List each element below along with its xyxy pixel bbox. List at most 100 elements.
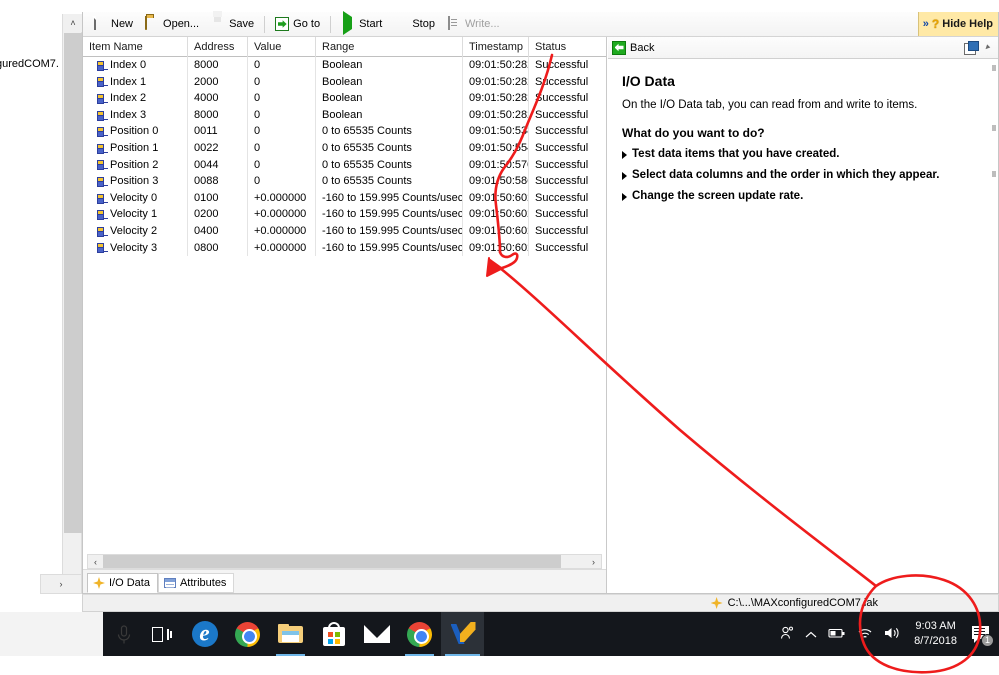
cell-address: 0100 xyxy=(188,189,248,207)
cell-timestamp: 09:01:50:602 xyxy=(463,222,529,240)
taskbar-search-area[interactable] xyxy=(0,612,103,656)
help-link-label: Change the screen update rate. xyxy=(632,189,804,202)
help-panel: Back ▾ I/O Data On the I/O Data tab, you… xyxy=(608,37,998,593)
table-row[interactable]: Position 0 0011 0 0 to 65535 Counts 09:01:50… xyxy=(83,123,606,140)
new-button[interactable]: New xyxy=(87,14,139,35)
left-clipped-panel: guredCOM7.ia xyxy=(0,14,58,594)
taskbar-chrome-2-button[interactable] xyxy=(398,612,441,656)
table-row[interactable]: Index 1 2000 0 Boolean 09:01:50:282 Successfu… xyxy=(83,73,606,91)
measurement-automation-explorer-window: New Open... Save Go to Start Stop Write.… xyxy=(82,11,999,594)
cell-name: Index 2 xyxy=(83,90,188,107)
taskbar-mail-button[interactable] xyxy=(355,612,398,656)
left-panel-scrollbar[interactable]: ˄ ˅ xyxy=(62,14,83,594)
hscroll-track[interactable] xyxy=(103,555,586,568)
chrome-icon xyxy=(407,621,432,647)
status-file-path-label: C:\...\MAXconfiguredCOM7.iak xyxy=(727,597,878,609)
open-button[interactable]: Open... xyxy=(139,14,205,35)
help-link-list: Test data items that you have created. Se… xyxy=(622,148,982,202)
taskbar-task-view-button[interactable] xyxy=(140,612,183,656)
hide-help-button[interactable]: » ? Hide Help xyxy=(917,12,998,36)
data-item-icon xyxy=(97,110,108,121)
goto-button-label: Go to xyxy=(293,18,321,30)
windows-taskbar: 9:03 AM 8/7/2018 1 xyxy=(0,612,999,675)
column-header-timestamp[interactable]: Timestamp xyxy=(463,36,529,57)
save-button[interactable]: Save xyxy=(205,14,260,35)
cell-value: +0.000000 xyxy=(248,189,316,207)
taskbar-chrome-button[interactable] xyxy=(226,612,269,656)
cell-status: Successful xyxy=(535,224,589,237)
help-link[interactable]: Test data items that you have created. xyxy=(622,148,982,160)
battery-icon[interactable] xyxy=(828,627,846,641)
help-scrollbar[interactable] xyxy=(990,59,998,593)
write-button[interactable]: Write... xyxy=(441,14,506,35)
table-row[interactable]: Velocity 2 0400 +0.000000 -160 to 159.995 C… xyxy=(83,222,606,240)
column-header-range[interactable]: Range xyxy=(316,36,463,57)
table-horizontal-scrollbar[interactable]: ‹ › xyxy=(87,554,602,569)
chevron-up-icon[interactable] xyxy=(805,628,817,641)
back-arrow-icon xyxy=(612,40,626,55)
hscroll-right-arrow[interactable]: › xyxy=(586,555,601,568)
taskbar-file-explorer-button[interactable] xyxy=(269,612,312,656)
people-icon[interactable] xyxy=(780,626,794,642)
column-header-item-name[interactable]: Item Name xyxy=(83,36,188,57)
table-header-row: Item Name Address Value Range Timestamp … xyxy=(83,36,607,57)
cell-range: Boolean xyxy=(316,106,463,124)
table-row[interactable]: Position 1 0022 0 0 to 65535 Counts 09:01:50… xyxy=(83,139,606,157)
cell-status: Successful xyxy=(535,208,589,221)
table-row[interactable]: Position 2 0044 0 0 to 65535 Counts 09:01:50… xyxy=(83,156,606,174)
left-scroll-thumb[interactable] xyxy=(64,33,82,533)
hscroll-thumb[interactable] xyxy=(103,555,561,568)
chrome-icon xyxy=(235,621,260,647)
table-row[interactable]: Velocity 0 0100 +0.000000 -160 to 159.995 C… xyxy=(83,189,606,207)
cell-timestamp: 09:01:50:602 xyxy=(463,239,529,257)
column-header-address[interactable]: Address xyxy=(188,36,248,57)
hide-help-label: Hide Help xyxy=(942,18,993,30)
table-row[interactable]: Velocity 1 0200 +0.000000 -160 to 159.995 C… xyxy=(83,206,606,223)
question-mark-icon: ? xyxy=(931,17,940,31)
table-row[interactable]: Velocity 3 0800 +0.000000 -160 to 159.995 C… xyxy=(83,239,606,257)
cell-value: 0 xyxy=(248,173,316,190)
goto-button[interactable]: Go to xyxy=(269,14,326,35)
start-button[interactable]: Start xyxy=(335,11,388,35)
tab-attributes[interactable]: Attributes xyxy=(157,573,235,593)
chevron-icon[interactable]: ▾ xyxy=(982,42,993,53)
cell-item-name-label: Position 0 xyxy=(110,125,159,138)
help-link-label: Select data columns and the order in whi… xyxy=(632,168,940,181)
wifi-icon[interactable] xyxy=(857,627,873,642)
stop-button[interactable]: Stop xyxy=(388,14,441,35)
cell-name: Velocity 3 xyxy=(83,239,188,257)
cell-name: Position 3 xyxy=(83,173,188,190)
cell-range: 0 to 65535 Counts xyxy=(316,156,463,174)
hscroll-left-arrow[interactable]: ‹ xyxy=(88,555,103,568)
column-header-status[interactable]: Status xyxy=(529,37,607,57)
tab-io-data[interactable]: I/O Data xyxy=(87,573,158,593)
left-panel-resize-corner[interactable]: › xyxy=(40,574,82,594)
cell-value: +0.000000 xyxy=(248,222,316,240)
cell-item-name-label: Index 3 xyxy=(110,108,147,121)
volume-icon[interactable] xyxy=(884,626,901,642)
table-row[interactable]: Index 3 8000 0 Boolean 09:01:50:282 Successfu… xyxy=(83,106,606,124)
cell-item-name-label: Index 2 xyxy=(110,92,147,105)
left-scroll-up-arrow[interactable]: ˄ xyxy=(63,14,83,32)
cell-name: Index 0 xyxy=(83,57,188,74)
table-row[interactable]: Position 3 0088 0 0 to 65535 Counts 09:01:50… xyxy=(83,173,606,190)
taskbar-clock[interactable]: 9:03 AM 8/7/2018 xyxy=(914,619,957,649)
status-bar: C:\...\MAXconfiguredCOM7.iak xyxy=(82,594,999,612)
save-button-label: Save xyxy=(229,18,255,30)
mail-envelope-icon xyxy=(363,625,390,643)
help-link[interactable]: Change the screen update rate. xyxy=(622,190,982,202)
cell-name: Position 0 xyxy=(83,123,188,140)
help-link[interactable]: Select data columns and the order in whi… xyxy=(622,169,982,181)
write-icon xyxy=(447,16,461,31)
microphone-icon[interactable] xyxy=(115,625,133,645)
taskbar-microsoft-store-button[interactable] xyxy=(312,612,355,656)
notification-center-button[interactable]: 1 xyxy=(972,625,994,647)
table-row[interactable]: Index 2 4000 0 Boolean 09:01:50:282 Successfu… xyxy=(83,90,606,107)
table-row[interactable]: Index 0 8000 0 Boolean 09:01:50:282 Successfu… xyxy=(83,57,606,74)
taskbar-edge-button[interactable] xyxy=(183,612,226,656)
taskbar-ni-max-button[interactable] xyxy=(441,612,484,656)
help-back-button[interactable]: Back xyxy=(612,40,654,55)
column-header-value[interactable]: Value xyxy=(248,36,316,57)
show-window-icon[interactable] xyxy=(964,40,980,55)
system-tray: 9:03 AM 8/7/2018 1 xyxy=(780,612,994,656)
